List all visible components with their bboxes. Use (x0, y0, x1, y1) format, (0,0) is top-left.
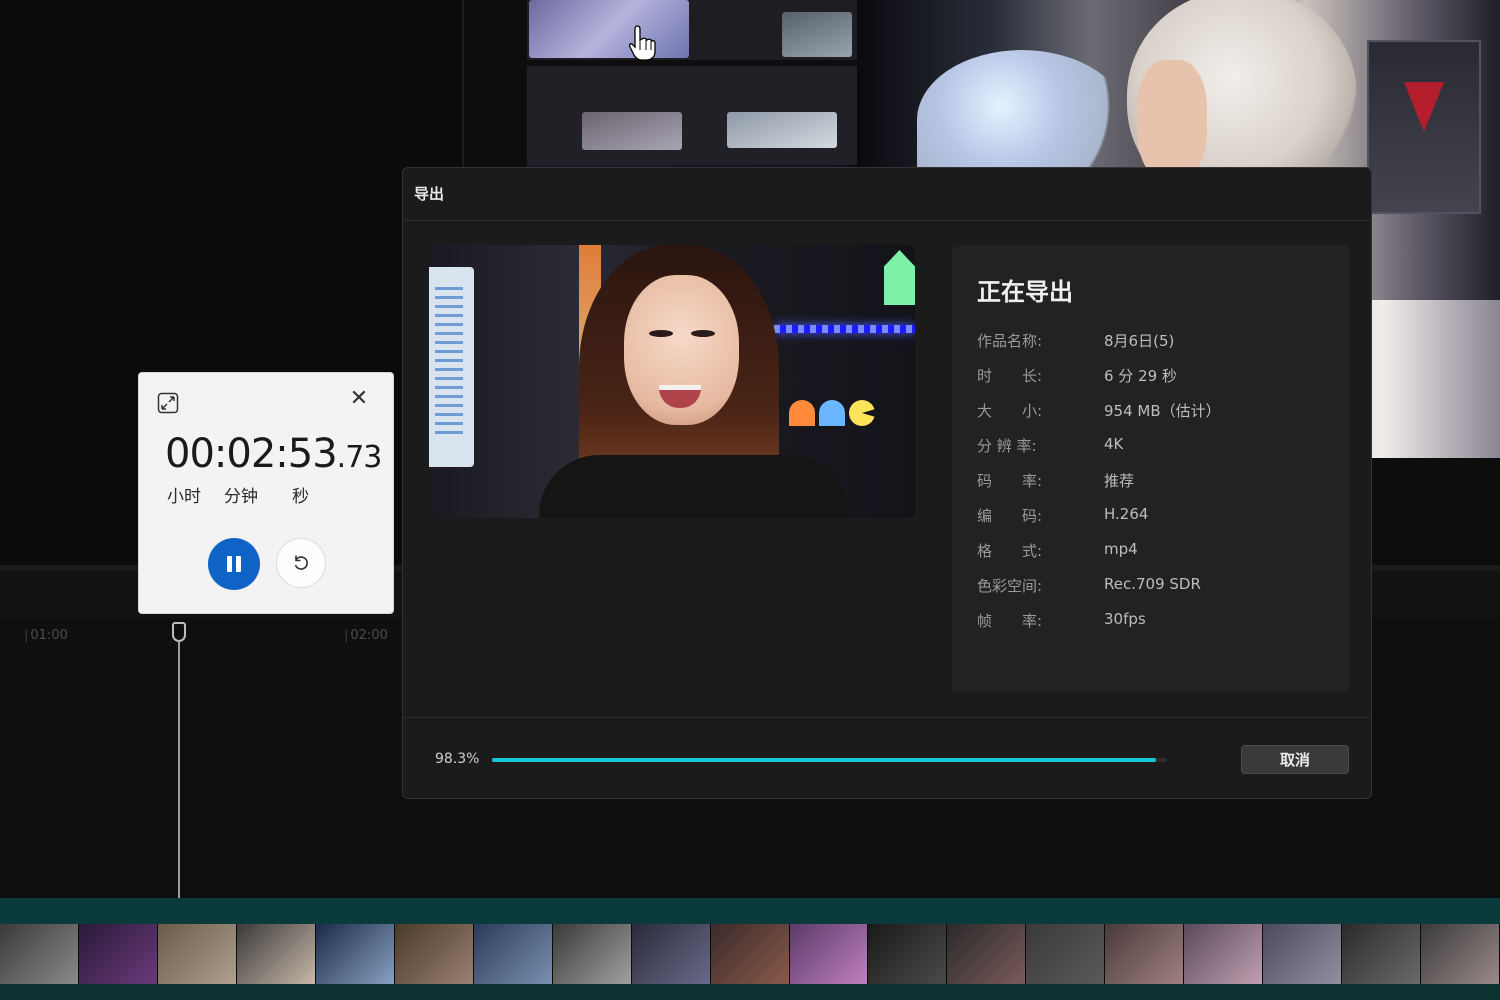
info-row-resolution: 分 辨 率: 4K (977, 435, 1123, 455)
info-label: 编 码: (977, 507, 1043, 525)
expand-icon[interactable] (157, 392, 179, 414)
info-label: 帧 率: (977, 612, 1043, 630)
video-track-filmstrip[interactable] (0, 924, 1500, 984)
stopwatch-time-main: 00:02:53 (165, 431, 338, 477)
info-value: 8月6日(5) (1104, 332, 1175, 350)
info-row-format: 格 式: mp4 (977, 540, 1138, 560)
export-dialog: 导出 正在导出 作品名称: 8月6日(5) 时 长: 6 分 29 秒 大 小:… (402, 167, 1372, 799)
info-row-size: 大 小: 954 MB（估计） (977, 400, 1221, 420)
audio-track[interactable] (0, 898, 1500, 924)
export-preview-thumbnail (429, 245, 915, 518)
info-label: 时 长: (977, 367, 1043, 385)
reset-icon (294, 555, 308, 570)
progress-bar (492, 758, 1167, 762)
progress-percent: 98.3% (435, 751, 480, 767)
close-icon[interactable]: ✕ (347, 387, 371, 411)
timeline-tick: 01:00 (24, 628, 67, 643)
reset-button[interactable] (276, 538, 326, 588)
info-label: 作品名称: (977, 332, 1043, 350)
info-label: 码 率: (977, 472, 1043, 490)
info-value: 30fps (1104, 610, 1146, 628)
info-label: 格 式: (977, 542, 1043, 560)
info-label: 大 小: (977, 402, 1043, 420)
progress-bar-fill (492, 758, 1156, 762)
stopwatch-time-fraction: .73 (336, 440, 383, 475)
info-row-framerate: 帧 率: 30fps (977, 610, 1146, 630)
dialog-title: 导出 (414, 185, 445, 203)
info-value: 推荐 (1104, 472, 1135, 490)
pause-icon (227, 556, 232, 572)
info-row-codec: 编 码: H.264 (977, 505, 1148, 525)
playhead-handle[interactable] (172, 622, 186, 642)
unit-seconds-label: 秒 (292, 487, 309, 507)
export-status-heading: 正在导出 (977, 278, 1073, 306)
info-row-name: 作品名称: 8月6日(5) (977, 330, 1174, 350)
timeline-tick: 02:00 (344, 628, 387, 643)
info-value: 954 MB（估计） (1104, 402, 1221, 420)
info-row-bitrate: 码 率: 推荐 (977, 470, 1134, 490)
info-row-colorspace: 色彩空间: Rec.709 SDR (977, 575, 1201, 595)
bottom-track (0, 984, 1500, 1000)
divider (403, 220, 1371, 221)
info-value: Rec.709 SDR (1104, 575, 1201, 593)
divider (403, 717, 1371, 718)
info-label: 分 辨 率: (977, 437, 1037, 455)
unit-hours-label: 小时 (167, 487, 201, 507)
info-label: 色彩空间: (977, 577, 1043, 595)
info-value: mp4 (1104, 540, 1138, 558)
cancel-button[interactable]: 取消 (1241, 745, 1349, 774)
hand-cursor-icon (628, 25, 656, 61)
unit-minutes-label: 分钟 (224, 487, 258, 507)
info-value: 6 分 29 秒 (1104, 367, 1177, 385)
pause-button[interactable] (208, 538, 260, 590)
stopwatch-time: 00:02:53.73 (165, 431, 383, 477)
stopwatch-window: ✕ 00:02:53.73 小时 分钟 秒 (138, 372, 394, 614)
preview-shelf (527, 0, 857, 165)
info-value: H.264 (1104, 505, 1149, 523)
export-info-panel: 正在导出 作品名称: 8月6日(5) 时 长: 6 分 29 秒 大 小: 95… (952, 245, 1350, 692)
info-row-duration: 时 长: 6 分 29 秒 (977, 365, 1177, 385)
info-value: 4K (1104, 435, 1124, 453)
